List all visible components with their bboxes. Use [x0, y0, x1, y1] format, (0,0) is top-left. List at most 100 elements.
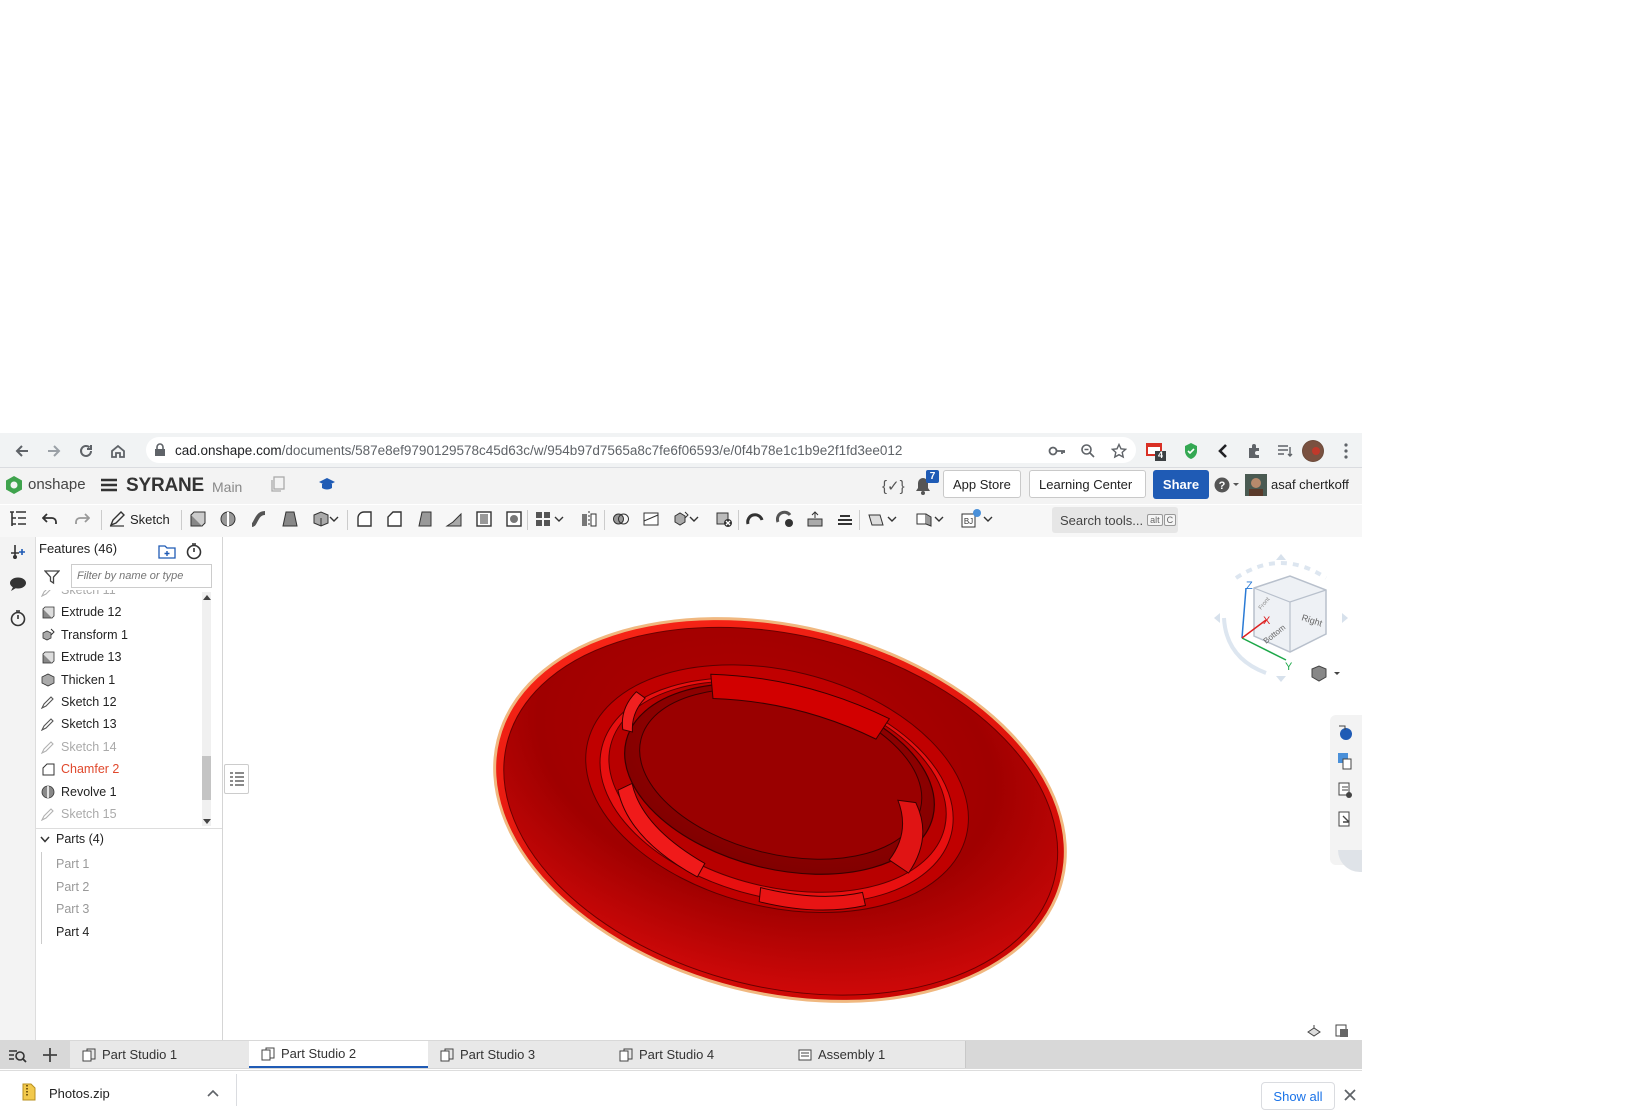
search-tools-button[interactable]: Search tools... alt C — [1052, 507, 1178, 533]
feature-item[interactable]: Extrude 12 — [36, 601, 204, 623]
mass-properties-panel-icon[interactable] — [1337, 781, 1353, 799]
share-button[interactable]: Share — [1153, 470, 1209, 499]
reading-list-icon[interactable] — [1274, 440, 1296, 462]
shell-tool-icon[interactable] — [473, 508, 495, 530]
user-avatar[interactable] — [1245, 474, 1267, 496]
help-icon[interactable]: ? — [1214, 477, 1240, 493]
part-item[interactable]: Part 4 — [56, 925, 89, 939]
view-mode-cube-icon[interactable] — [1310, 664, 1342, 682]
fillet-tool-icon[interactable] — [353, 508, 375, 530]
home-icon[interactable] — [107, 440, 129, 462]
close-shelf-icon[interactable] — [1344, 1089, 1356, 1101]
shield-extension-icon[interactable] — [1180, 440, 1202, 462]
learning-cap-icon[interactable] — [318, 477, 336, 491]
part-item[interactable]: Part 3 — [56, 902, 89, 916]
comments-icon[interactable] — [9, 576, 27, 592]
versions-icon[interactable] — [270, 476, 286, 492]
scroll-up-arrow-icon[interactable] — [203, 594, 211, 600]
revolve-tool-icon[interactable] — [217, 508, 239, 530]
feature-item[interactable]: Sketch 12 — [36, 691, 204, 713]
named-views-icon[interactable] — [1334, 1024, 1350, 1038]
lock-icon[interactable] — [154, 443, 166, 457]
zip-file-icon[interactable] — [22, 1083, 36, 1101]
chevron-down-icon[interactable] — [885, 508, 899, 530]
undo-icon[interactable] — [39, 508, 61, 530]
chevron-up-icon[interactable] — [207, 1089, 219, 1097]
chevron-down-icon[interactable] — [552, 508, 566, 530]
custom-feature-tool-icon[interactable]: BJ — [960, 508, 982, 530]
chevron-down-icon[interactable] — [327, 508, 341, 530]
tab-assembly-1[interactable]: Assembly 1 — [786, 1041, 966, 1068]
tab-search-icon[interactable] — [8, 1047, 28, 1063]
back-icon[interactable] — [11, 440, 33, 462]
split-tool-icon[interactable] — [640, 508, 662, 530]
feature-item[interactable]: Transform 1 — [36, 624, 204, 646]
feature-item[interactable]: Sketch 11 — [36, 590, 204, 601]
document-title[interactable]: SYRANE — [126, 475, 204, 497]
feature-item[interactable]: Thicken 1 — [36, 669, 204, 691]
properties-panel-icon[interactable] — [1337, 752, 1353, 770]
reload-icon[interactable] — [75, 440, 97, 462]
feature-list-toggle-icon[interactable] — [8, 510, 28, 528]
feature-filter-input[interactable] — [71, 564, 212, 588]
star-icon[interactable] — [1108, 440, 1130, 462]
chevron-down-icon[interactable] — [932, 508, 946, 530]
mirror-tool-icon[interactable] — [578, 508, 600, 530]
move-face-tool-icon[interactable] — [804, 508, 826, 530]
forward-icon[interactable] — [43, 440, 65, 462]
profile-avatar-icon[interactable] — [1302, 440, 1324, 462]
sweep-tool-icon[interactable] — [248, 508, 270, 530]
filter-funnel-icon[interactable] — [44, 569, 60, 585]
extrude-tool-icon[interactable] — [186, 508, 208, 530]
part-item[interactable]: Part 2 — [56, 880, 89, 894]
replace-face-tool-icon[interactable] — [834, 508, 856, 530]
branch-label[interactable]: Main — [212, 479, 242, 495]
user-name[interactable]: asaf chertkoff — [1271, 477, 1349, 492]
measure-panel-icon[interactable] — [1337, 810, 1353, 828]
rib-tool-icon[interactable] — [443, 508, 465, 530]
rollback-timer-icon[interactable] — [185, 542, 203, 560]
feature-item[interactable]: Chamfer 2 — [36, 758, 204, 780]
history-timer-icon[interactable] — [9, 609, 27, 627]
appearance-panel-icon[interactable] — [1337, 724, 1353, 742]
feature-item[interactable]: Sketch 15 — [36, 803, 204, 825]
url-text[interactable]: cad.onshape.com/documents/587e8ef9790129… — [175, 443, 902, 458]
app-store-button[interactable]: App Store — [943, 470, 1021, 498]
tab-part-studio-3[interactable]: Part Studio 3 — [428, 1041, 608, 1068]
scrollbar-thumb[interactable] — [202, 756, 211, 800]
variables-icon[interactable]: {✓} — [882, 477, 905, 495]
delete-face-tool-icon[interactable] — [774, 508, 796, 530]
browser-menu-icon[interactable] — [1335, 440, 1357, 462]
modify-fillet-tool-icon[interactable] — [744, 508, 766, 530]
tab-part-studio-4[interactable]: Part Studio 4 — [607, 1041, 787, 1068]
scroll-down-arrow-icon[interactable] — [203, 819, 211, 825]
add-mate-connector-icon[interactable] — [9, 543, 27, 561]
chamfer-tool-icon[interactable] — [383, 508, 405, 530]
feature-item[interactable]: Revolve 1 — [36, 781, 204, 803]
feature-list-toggle-icon[interactable] — [224, 764, 249, 794]
feature-item[interactable]: Extrude 13 — [36, 646, 204, 668]
part-3d-model[interactable] — [480, 600, 1080, 1020]
feature-item[interactable]: Sketch 13 — [36, 713, 204, 735]
loft-tool-icon[interactable] — [279, 508, 301, 530]
chevron-down-icon[interactable] — [40, 836, 50, 843]
chevron-left-extension-icon[interactable] — [1212, 440, 1234, 462]
onshape-logo-icon[interactable] — [4, 475, 24, 495]
tab-part-studio-2[interactable]: Part Studio 2 — [249, 1041, 429, 1068]
sketch-button[interactable]: Sketch — [109, 508, 170, 530]
download-file-name[interactable]: Photos.zip — [49, 1086, 110, 1101]
delete-part-tool-icon[interactable] — [713, 508, 735, 530]
hamburger-menu-icon[interactable] — [101, 478, 117, 492]
part-item[interactable]: Part 1 — [56, 857, 89, 871]
hole-tool-icon[interactable] — [503, 508, 525, 530]
key-icon[interactable] — [1046, 440, 1068, 462]
zoom-icon[interactable] — [1077, 440, 1099, 462]
plane-tool-icon[interactable] — [865, 508, 887, 530]
brand-name[interactable]: onshape — [28, 476, 86, 493]
feature-item[interactable]: Sketch 14 — [36, 736, 204, 758]
chevron-down-icon[interactable] — [981, 508, 995, 530]
add-folder-icon[interactable] — [158, 543, 176, 559]
learning-center-button[interactable]: Learning Center — [1029, 470, 1146, 498]
pattern-tool-icon[interactable] — [532, 508, 554, 530]
draft-tool-icon[interactable] — [413, 508, 435, 530]
